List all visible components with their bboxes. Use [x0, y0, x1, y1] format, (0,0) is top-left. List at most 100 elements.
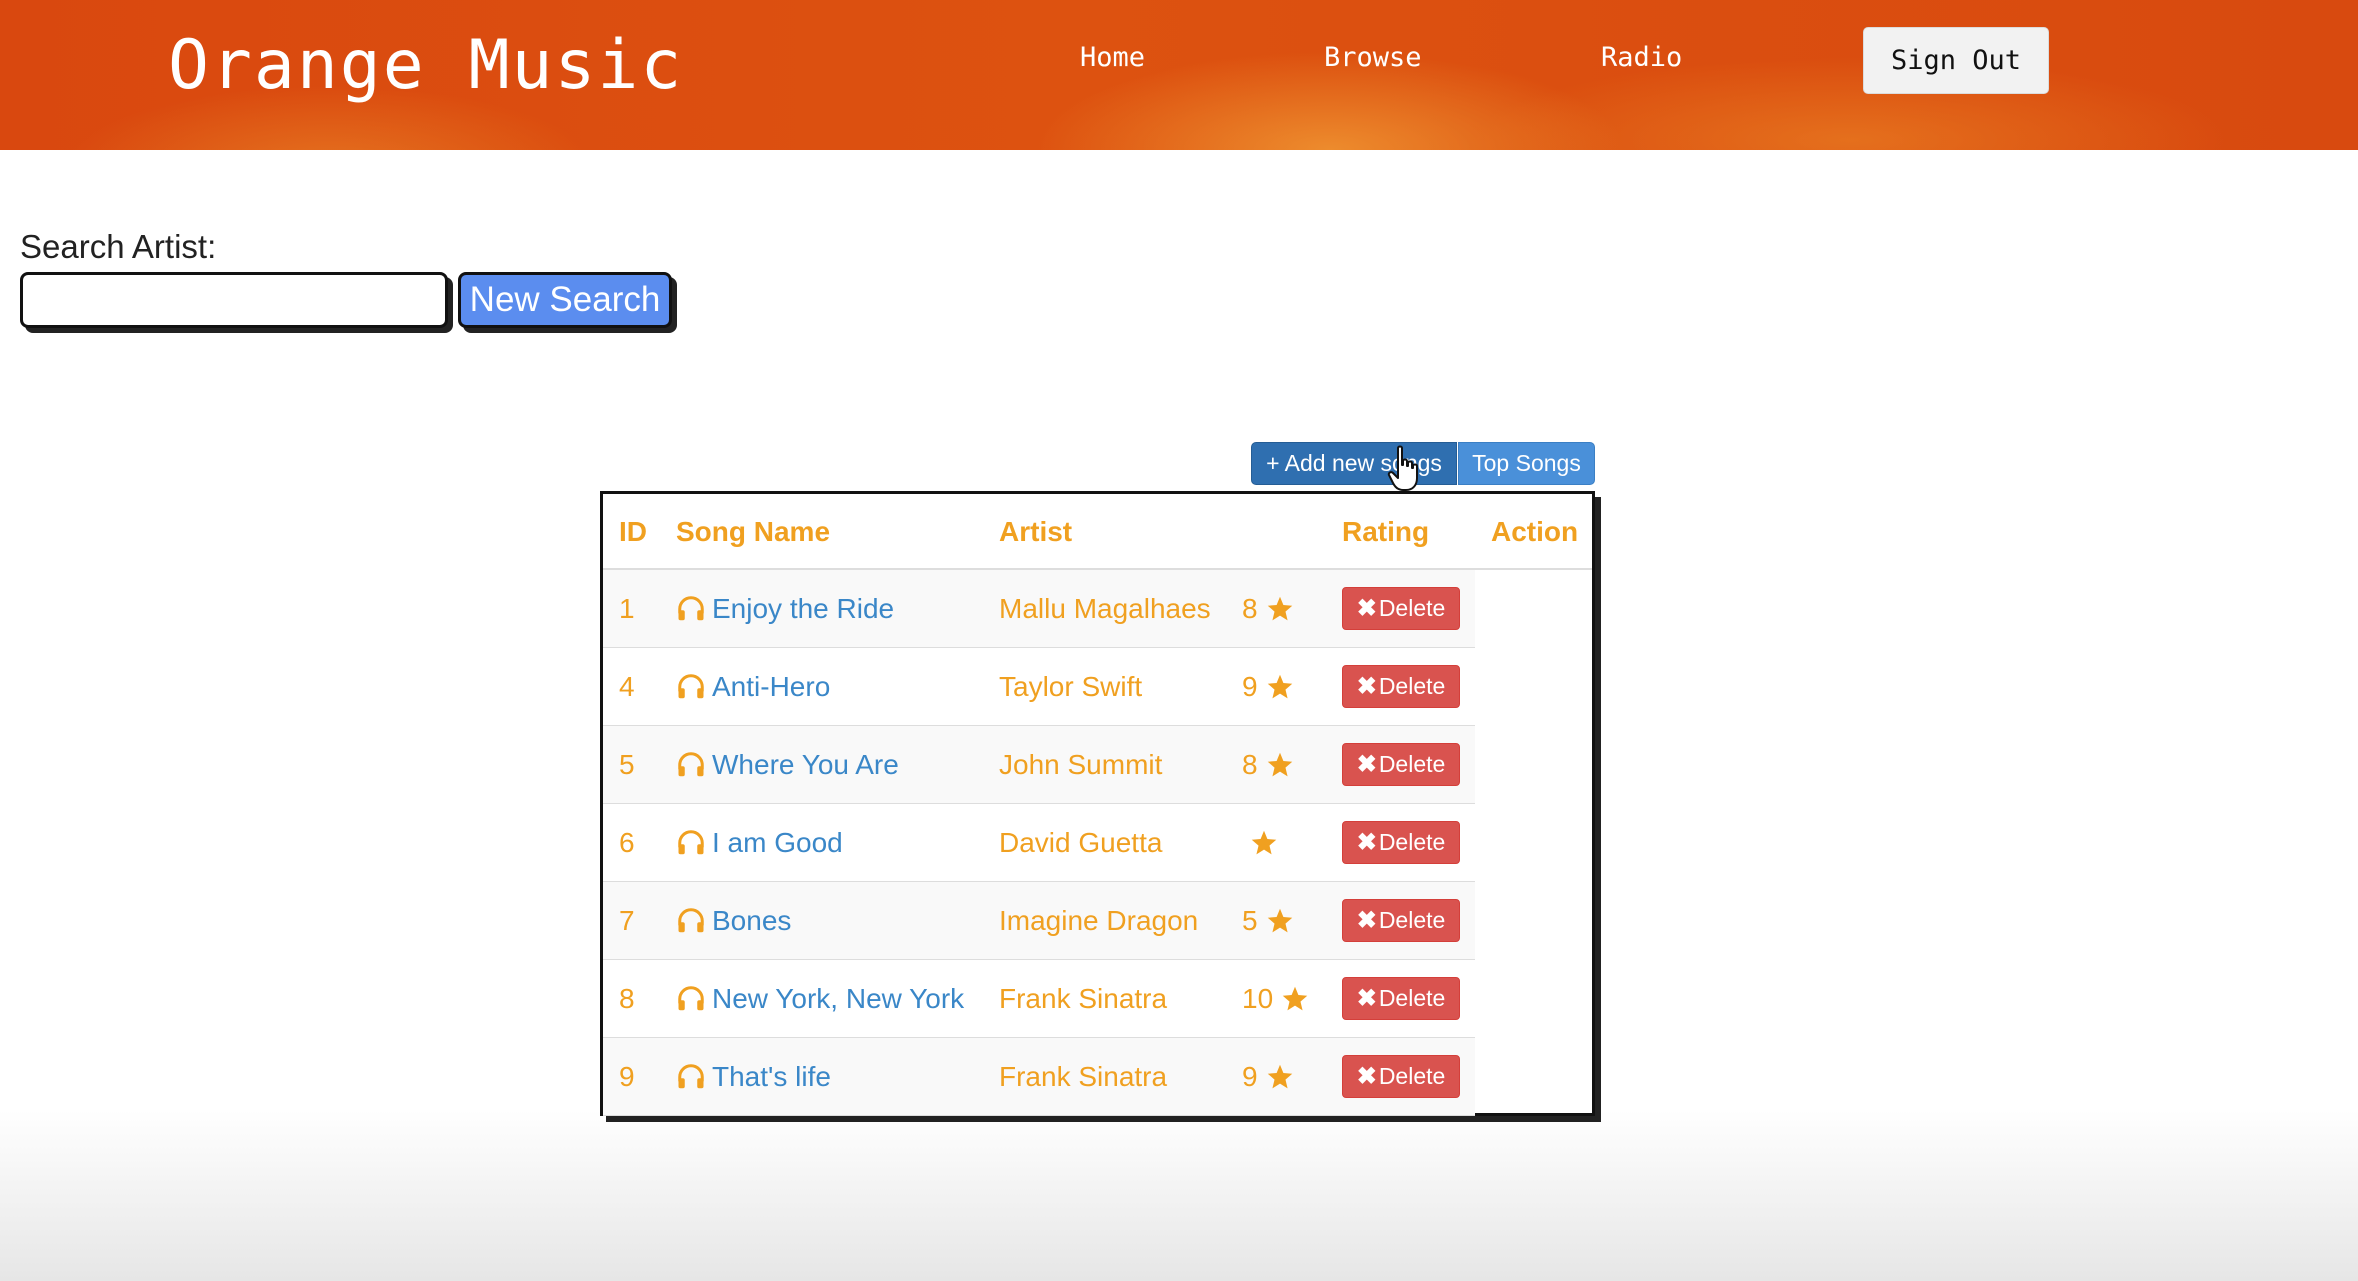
x-icon: ✖	[1356, 594, 1377, 622]
header-song-name: Song Name	[676, 516, 831, 547]
rating-value: 9	[1242, 671, 1258, 702]
row-artist: John Summit	[999, 749, 1163, 780]
song-name[interactable]: Bones	[712, 905, 791, 937]
song-link[interactable]: That's life	[676, 1038, 831, 1116]
song-name[interactable]: New York, New York	[712, 983, 964, 1015]
table-row: 7 Bones Imagine Dragon 5 ✖ Delete	[603, 882, 1475, 960]
headphones-icon	[678, 752, 704, 777]
rating-value: 9	[1242, 1061, 1258, 1092]
add-new-songs-button[interactable]: + Add new songs	[1251, 442, 1457, 485]
rating-value: 8	[1242, 593, 1258, 624]
search-artist-input[interactable]	[20, 272, 448, 328]
song-name[interactable]: Enjoy the Ride	[712, 593, 894, 625]
song-name[interactable]: That's life	[712, 1061, 831, 1093]
row-id: 1	[619, 593, 635, 624]
rating-value: 5	[1242, 905, 1258, 936]
search-artist-label: Search Artist:	[20, 228, 217, 265]
row-id: 7	[619, 905, 635, 936]
x-icon: ✖	[1356, 672, 1377, 700]
star-icon	[1251, 830, 1277, 855]
songs-table: ID Song Name Artist Rating Action 1 Enjoy…	[600, 491, 1595, 1116]
top-header: Orange Music Home Browse Radio Sign Out	[0, 0, 2358, 150]
headphones-icon	[678, 674, 704, 699]
table-row: 1 Enjoy the Ride Mallu Magalhaes 8 ✖ Delete	[603, 570, 1475, 648]
x-icon: ✖	[1356, 828, 1377, 856]
headphones-icon	[678, 596, 704, 621]
row-artist: Frank Sinatra	[999, 1061, 1168, 1092]
table-header: ID Song Name Artist Rating Action	[603, 494, 1592, 570]
sign-out-button[interactable]: Sign Out	[1863, 27, 2049, 94]
row-id: 8	[619, 983, 635, 1014]
row-artist: Imagine Dragon	[999, 905, 1199, 936]
delete-label: Delete	[1378, 673, 1446, 699]
x-icon: ✖	[1356, 906, 1377, 934]
row-id: 5	[619, 749, 635, 780]
star-icon	[1267, 908, 1292, 933]
header-rating: Rating	[1342, 516, 1430, 547]
nav-radio[interactable]: Radio	[1601, 44, 1682, 71]
row-rating: 9	[1242, 1038, 1294, 1116]
header-artist: Artist	[999, 516, 1073, 547]
song-link[interactable]: Bones	[676, 882, 791, 960]
song-name[interactable]: I am Good	[712, 827, 843, 859]
delete-button[interactable]: ✖ Delete	[1342, 665, 1460, 708]
song-name[interactable]: Anti-Hero	[712, 671, 830, 703]
header-action: Action	[1491, 516, 1579, 547]
headphones-icon	[678, 908, 704, 933]
new-search-button[interactable]: New Search	[458, 272, 672, 328]
delete-button[interactable]: ✖ Delete	[1342, 899, 1460, 942]
song-link[interactable]: Enjoy the Ride	[676, 570, 894, 648]
delete-label: Delete	[1378, 751, 1446, 777]
nav-browse[interactable]: Browse	[1324, 44, 1422, 71]
x-icon: ✖	[1356, 1062, 1377, 1090]
star-icon	[1267, 752, 1292, 777]
song-name[interactable]: Where You Are	[712, 749, 899, 781]
row-rating: 8	[1242, 570, 1294, 648]
delete-button[interactable]: ✖ Delete	[1342, 1055, 1460, 1098]
delete-button[interactable]: ✖ Delete	[1342, 743, 1460, 786]
x-icon: ✖	[1356, 750, 1377, 778]
header-id: ID	[619, 516, 647, 547]
delete-label: Delete	[1378, 595, 1446, 621]
row-id: 9	[619, 1061, 635, 1092]
row-rating: 8	[1242, 726, 1294, 804]
delete-button[interactable]: ✖ Delete	[1342, 821, 1460, 864]
song-link[interactable]: New York, New York	[676, 960, 964, 1038]
hand-cursor-icon	[1387, 445, 1418, 491]
delete-label: Delete	[1378, 1063, 1446, 1089]
row-rating: 5	[1242, 882, 1294, 960]
top-songs-button[interactable]: Top Songs	[1458, 442, 1595, 485]
row-id: 4	[619, 671, 635, 702]
row-rating: 10	[1242, 960, 1309, 1038]
nav-home[interactable]: Home	[1080, 44, 1145, 71]
x-icon: ✖	[1356, 984, 1377, 1012]
row-rating: 9	[1242, 648, 1294, 726]
star-icon	[1267, 1064, 1292, 1089]
table-row: 5 Where You Are John Summit 8 ✖ Delete	[603, 726, 1475, 804]
headphones-icon	[678, 986, 704, 1011]
song-link[interactable]: Where You Are	[676, 726, 899, 804]
row-artist: Mallu Magalhaes	[999, 593, 1211, 624]
delete-button[interactable]: ✖ Delete	[1342, 977, 1460, 1020]
rating-value: 10	[1242, 983, 1274, 1014]
row-rating	[1242, 804, 1278, 882]
brand-title: Orange Music	[168, 26, 684, 105]
star-icon	[1267, 674, 1292, 699]
song-link[interactable]: Anti-Hero	[676, 648, 830, 726]
star-icon	[1282, 986, 1308, 1011]
row-artist: Frank Sinatra	[999, 983, 1168, 1014]
row-artist: David Guetta	[999, 827, 1163, 858]
delete-label: Delete	[1378, 907, 1446, 933]
headphones-icon	[678, 1064, 704, 1089]
song-link[interactable]: I am Good	[676, 804, 843, 882]
delete-label: Delete	[1378, 829, 1446, 855]
row-id: 6	[619, 827, 635, 858]
table-row: 8 New York, New York Frank Sinatra 10 ✖ Delet…	[603, 960, 1475, 1038]
table-row: 6 I am Good David Guetta ✖ Delete	[603, 804, 1475, 882]
table-row: 9 That's life Frank Sinatra 9 ✖ Delete	[603, 1038, 1475, 1116]
headphones-icon	[678, 830, 704, 855]
row-artist: Taylor Swift	[999, 671, 1143, 702]
delete-button[interactable]: ✖ Delete	[1342, 587, 1460, 630]
star-icon	[1267, 596, 1292, 621]
table-row: 4 Anti-Hero Taylor Swift 9 ✖ Delete	[603, 648, 1475, 726]
